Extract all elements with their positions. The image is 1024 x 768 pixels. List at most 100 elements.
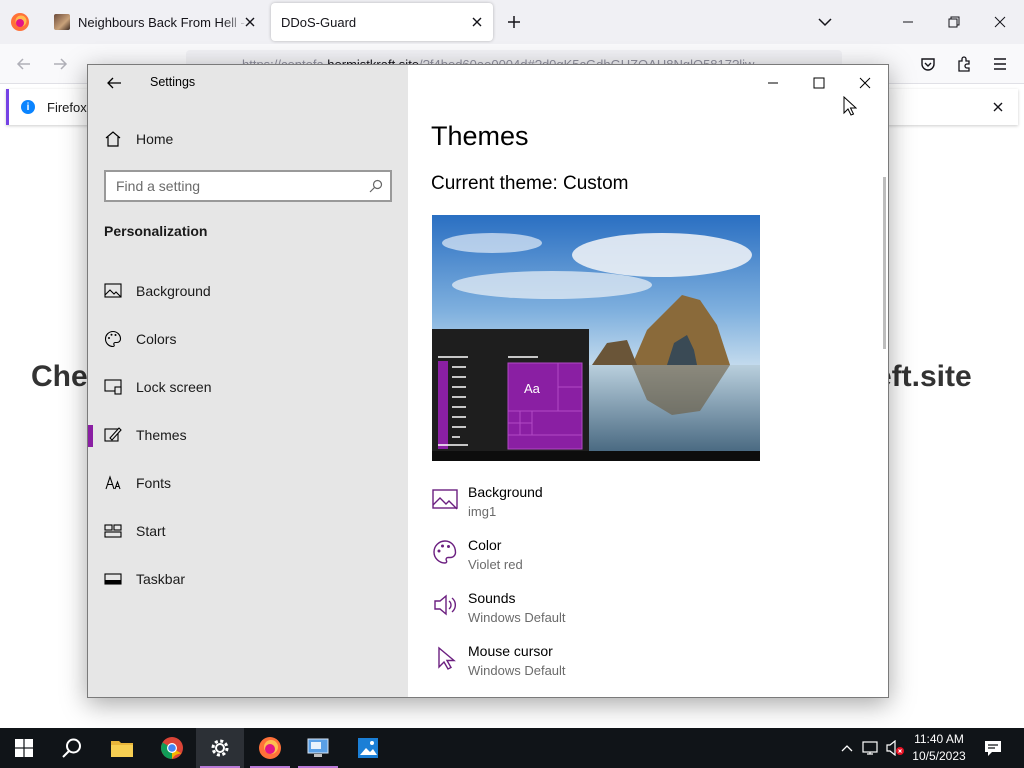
tray-network[interactable] [860, 728, 882, 768]
theme-preview: Aa [432, 215, 760, 461]
image-icon [104, 282, 122, 300]
sidebar-item-colors[interactable]: Colors [88, 319, 408, 359]
theme-preview-image [432, 215, 760, 461]
sidebar-item-start[interactable]: Start [88, 511, 408, 551]
new-tab-icon[interactable] [504, 12, 524, 32]
mouse-pointer-icon [843, 96, 857, 116]
home-link[interactable]: Home [104, 128, 173, 150]
sidebar-item-fonts[interactable]: Fonts [88, 463, 408, 503]
search-icon [62, 738, 81, 758]
close-tab-icon[interactable] [469, 14, 485, 30]
tab-neighbours[interactable]: Neighbours Back From Hell - v [44, 3, 266, 41]
page-title: Themes [431, 121, 529, 151]
close-window-icon[interactable] [855, 73, 875, 93]
volume-muted-icon [886, 740, 904, 756]
taskbar-settings[interactable] [196, 728, 244, 768]
sidebar-item-label: Lock screen [136, 379, 212, 395]
chevron-up-icon [841, 745, 853, 752]
close-window-icon[interactable] [990, 12, 1010, 32]
taskbar-search-button[interactable] [48, 728, 96, 768]
taskbar-firefox[interactable] [246, 728, 294, 768]
palette-icon [433, 540, 457, 564]
lock-screen-icon [104, 378, 122, 396]
hamburger-menu-icon[interactable] [990, 54, 1010, 74]
windows-logo-icon [15, 739, 33, 757]
forward-arrow-icon[interactable] [50, 54, 70, 74]
maximize-icon[interactable] [809, 73, 829, 93]
prop-name: Sounds [468, 590, 516, 606]
taskbar-remote-app[interactable] [294, 728, 342, 768]
sidebar-item-themes[interactable]: Themes [88, 415, 408, 455]
prop-value: Violet red [468, 557, 523, 572]
browser-tab-bar: Neighbours Back From Hell - v DDoS-Guard [0, 0, 1024, 44]
palette-icon [104, 330, 122, 348]
gear-icon [211, 739, 229, 757]
sidebar-item-label: Colors [136, 331, 177, 347]
taskbar-chrome[interactable] [148, 728, 196, 768]
clock-time: 11:40 AM [914, 732, 964, 746]
preview-tile-text: Aa [524, 381, 540, 396]
brush-icon [104, 426, 122, 444]
taskbar: 11:40 AM 10/5/2023 [0, 728, 1024, 768]
prop-name: Mouse cursor [468, 643, 553, 659]
current-theme-label: Current theme: Custom [431, 173, 629, 194]
firefox-menu-icon[interactable] [10, 12, 30, 32]
notifications-icon [985, 741, 1001, 756]
firefox-icon [259, 737, 281, 759]
close-tab-icon[interactable] [242, 14, 258, 30]
chrome-icon [161, 737, 183, 759]
tab-ddos-guard[interactable]: DDoS-Guard [271, 3, 493, 41]
prop-name: Color [468, 537, 502, 553]
start-icon [104, 522, 122, 540]
monitor-icon [307, 738, 329, 757]
network-icon [862, 741, 878, 755]
restore-icon[interactable] [944, 12, 964, 32]
prop-name: Background [468, 484, 543, 500]
taskbar-photos[interactable] [344, 728, 392, 768]
close-notification-icon[interactable] [990, 99, 1006, 115]
prop-value: Windows Default [468, 610, 566, 625]
info-icon: i [21, 100, 35, 114]
folder-icon [111, 741, 133, 757]
settings-sidebar: Settings Home Find a setting Personaliza… [88, 65, 408, 697]
sidebar-item-label: Fonts [136, 475, 172, 491]
search-input[interactable]: Find a setting [104, 170, 392, 202]
page-heading-right: eft.site [875, 360, 972, 393]
start-button[interactable] [0, 728, 48, 768]
minimize-icon[interactable] [763, 73, 783, 93]
tab-label: DDoS-Guard [281, 14, 357, 30]
tab-label: Neighbours Back From Hell - v [78, 14, 248, 30]
tray-volume[interactable] [884, 728, 906, 768]
chevron-down-icon[interactable] [816, 13, 834, 31]
sidebar-item-lock-screen[interactable]: Lock screen [88, 367, 408, 407]
back-arrow-icon[interactable] [14, 54, 34, 74]
prop-value: Windows Default [468, 663, 566, 678]
cursor-icon [438, 646, 456, 670]
tray-expand-button[interactable] [838, 728, 856, 768]
home-label: Home [136, 131, 174, 147]
minimize-icon[interactable] [898, 12, 918, 32]
sidebar-item-label: Start [136, 523, 166, 539]
settings-window: Settings Home Find a setting Personaliza… [87, 64, 889, 698]
search-icon[interactable] [368, 178, 384, 194]
settings-title: Settings [150, 75, 196, 89]
tab-favicon [54, 14, 70, 30]
sidebar-item-label: Themes [136, 427, 187, 443]
sidebar-item-taskbar[interactable]: Taskbar [88, 559, 408, 599]
photos-icon [358, 738, 378, 758]
home-icon [105, 131, 121, 147]
sidebar-item-background[interactable]: Background [88, 271, 408, 311]
section-title: Personalization [104, 223, 208, 239]
back-arrow-icon[interactable] [104, 73, 124, 93]
action-center-button[interactable] [978, 728, 1008, 768]
extensions-icon[interactable] [954, 54, 974, 74]
speaker-icon [434, 594, 456, 616]
pocket-icon[interactable] [918, 54, 938, 74]
sidebar-item-label: Taskbar [136, 571, 186, 587]
scrollbar[interactable] [883, 177, 886, 349]
clock-date: 10/5/2023 [912, 749, 966, 763]
sidebar-item-label: Background [136, 283, 211, 299]
prop-value: img1 [468, 504, 497, 519]
taskbar-clock[interactable]: 11:40 AM 10/5/2023 [906, 731, 972, 765]
taskbar-file-explorer[interactable] [98, 728, 146, 768]
